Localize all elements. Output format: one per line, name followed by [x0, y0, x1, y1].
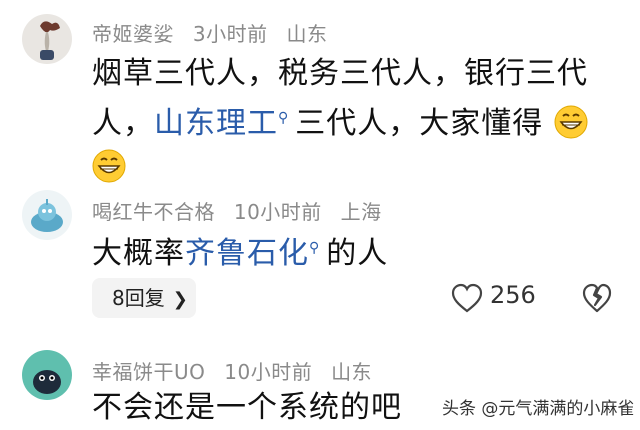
replies-button[interactable]: 8回复 ❯ [92, 278, 196, 318]
comment-meta: 幸福饼干UO 10小时前 山东 [92, 356, 384, 385]
username[interactable]: 喝红牛不合格 [92, 200, 215, 224]
comment-line: 烟草三代人，税务三代人，银行三代 [92, 56, 588, 91]
replies-label: 8回复 [112, 286, 165, 310]
comment-line [92, 146, 588, 190]
comment-text: 大概率齐鲁石化⚲ 的人 [92, 236, 389, 271]
like-count: 256 [490, 281, 536, 309]
location: 上海 [340, 200, 382, 224]
username[interactable]: 帝姬婆娑 [92, 22, 174, 46]
grin-emoji-icon [554, 105, 588, 139]
comment-meta: 帝姬婆娑 3小时前 山东 [92, 18, 339, 47]
timestamp: 10小时前 [233, 200, 322, 224]
watermark: 头条 @元气满满的小麻雀 [442, 399, 635, 419]
timestamp: 10小时前 [224, 360, 313, 384]
location: 山东 [286, 22, 328, 46]
search-icon: ⚲ [309, 240, 321, 256]
username[interactable]: 幸福饼干UO [92, 360, 205, 384]
avatar[interactable] [22, 190, 72, 240]
chevron-right-icon: ❯ [172, 289, 188, 310]
comment-text: 烟草三代人，税务三代人，银行三代 人，山东理工⚲ 三代人，大家懂得 [92, 52, 588, 190]
timestamp: 3小时前 [192, 22, 268, 46]
location: 山东 [331, 360, 373, 384]
avatar[interactable] [22, 350, 72, 400]
search-link[interactable]: 齐鲁石化 [185, 236, 309, 271]
comment-text: 不会还是一个系统的吧 [92, 390, 402, 425]
search-icon: ⚲ [278, 110, 290, 126]
like-icon[interactable] [450, 282, 484, 314]
comment-meta: 喝红牛不合格 10小时前 上海 [92, 196, 394, 225]
search-link[interactable]: 山东理工 [154, 106, 278, 141]
comment-line: 人，山东理工⚲ 三代人，大家懂得 [92, 96, 588, 146]
avatar[interactable] [22, 14, 72, 64]
broken-heart-icon[interactable] [582, 282, 612, 314]
grin-emoji-icon [92, 149, 126, 183]
